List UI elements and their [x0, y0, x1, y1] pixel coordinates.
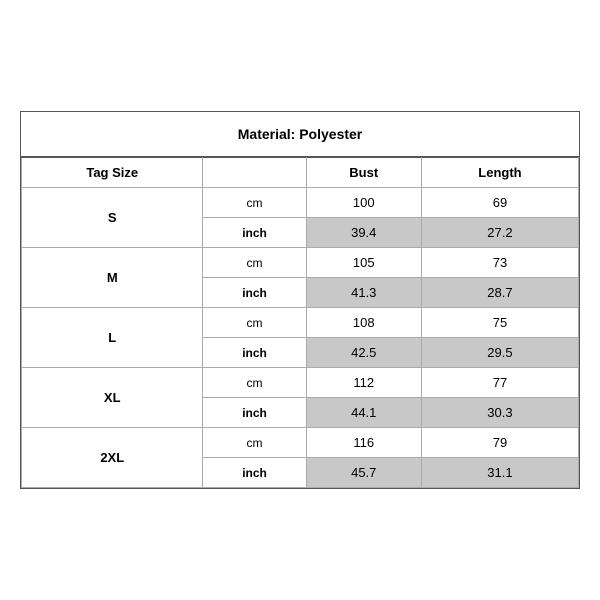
unit-label-inch: inch: [203, 398, 306, 428]
unit-header: [203, 158, 306, 188]
bust-cm-value: 112: [306, 368, 421, 398]
unit-label-cm: cm: [203, 368, 306, 398]
tag-size-cell: L: [22, 308, 203, 368]
chart-title: Material: Polyester: [21, 112, 579, 157]
unit-label-cm: cm: [203, 248, 306, 278]
length-inch-value: 30.3: [421, 398, 578, 428]
table-row: Lcm10875: [22, 308, 579, 338]
table-row: Mcm10573: [22, 248, 579, 278]
tag-size-cell: M: [22, 248, 203, 308]
bust-cm-value: 100: [306, 188, 421, 218]
tag-size-cell: XL: [22, 368, 203, 428]
length-inch-value: 31.1: [421, 458, 578, 488]
table-header: Tag Size Bust Length: [22, 158, 579, 188]
unit-label-inch: inch: [203, 278, 306, 308]
table-row: 2XLcm11679: [22, 428, 579, 458]
bust-header: Bust: [306, 158, 421, 188]
length-cm-value: 77: [421, 368, 578, 398]
length-cm-value: 73: [421, 248, 578, 278]
length-header: Length: [421, 158, 578, 188]
bust-inch-value: 41.3: [306, 278, 421, 308]
length-inch-value: 28.7: [421, 278, 578, 308]
bust-inch-value: 39.4: [306, 218, 421, 248]
bust-inch-value: 45.7: [306, 458, 421, 488]
bust-inch-value: 44.1: [306, 398, 421, 428]
bust-inch-value: 42.5: [306, 338, 421, 368]
bust-cm-value: 105: [306, 248, 421, 278]
length-inch-value: 27.2: [421, 218, 578, 248]
bust-cm-value: 116: [306, 428, 421, 458]
bust-cm-value: 108: [306, 308, 421, 338]
table-row: Scm10069: [22, 188, 579, 218]
table-row: XLcm11277: [22, 368, 579, 398]
length-cm-value: 69: [421, 188, 578, 218]
unit-label-inch: inch: [203, 338, 306, 368]
length-inch-value: 29.5: [421, 338, 578, 368]
tag-size-cell: 2XL: [22, 428, 203, 488]
unit-label-cm: cm: [203, 428, 306, 458]
unit-label-cm: cm: [203, 188, 306, 218]
unit-label-inch: inch: [203, 458, 306, 488]
length-cm-value: 79: [421, 428, 578, 458]
unit-label-inch: inch: [203, 218, 306, 248]
tag-size-header: Tag Size: [22, 158, 203, 188]
size-table: Tag Size Bust Length Scm10069inch39.427.…: [21, 157, 579, 488]
tag-size-cell: S: [22, 188, 203, 248]
unit-label-cm: cm: [203, 308, 306, 338]
size-chart-container: Material: Polyester Tag Size Bust Length…: [20, 111, 580, 489]
length-cm-value: 75: [421, 308, 578, 338]
